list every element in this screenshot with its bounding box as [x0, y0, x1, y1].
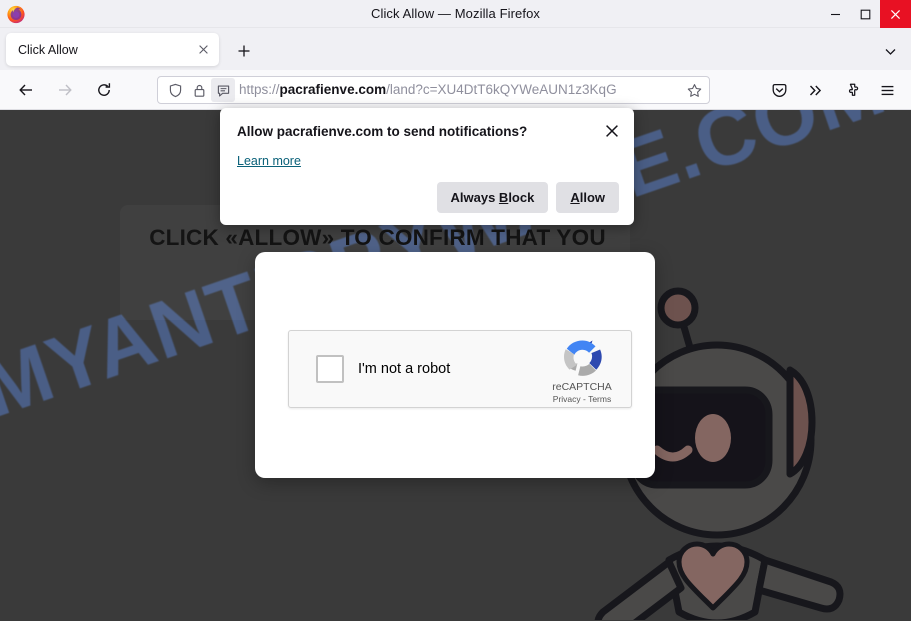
tab-click-allow[interactable]: Click Allow: [6, 33, 219, 66]
url-text[interactable]: https://pacrafienve.com/land?c=XU4DtT6kQ…: [239, 83, 683, 97]
notification-permission-dialog: Allow pacrafienve.com to send notificati…: [220, 108, 634, 225]
url-host: pacrafienve.com: [279, 83, 387, 97]
window-controls: [820, 0, 911, 28]
navigation-toolbar: https://pacrafienve.com/land?c=XU4DtT6kQ…: [0, 70, 911, 110]
list-all-tabs-icon[interactable]: [879, 40, 901, 62]
recaptcha-label: I'm not a robot: [358, 361, 451, 377]
overflow-double-chevron-icon[interactable]: [800, 75, 830, 105]
extensions-puzzle-icon[interactable]: [837, 75, 867, 105]
bookmark-star-icon[interactable]: [683, 79, 705, 101]
lock-icon[interactable]: [187, 78, 211, 102]
tab-close-icon[interactable]: [193, 40, 213, 60]
recaptcha-widget[interactable]: I'm not a robot reCAPTCHA Privacy - Term…: [288, 330, 632, 408]
allow-suffix: llow: [579, 190, 605, 205]
firefox-logo-icon: [6, 4, 26, 24]
hamburger-menu-icon[interactable]: [872, 75, 902, 105]
url-path: /land?c=XU4DtT6kQYWeAUN1z3KqG: [386, 83, 617, 97]
page-headline: CLICK «ALLOW» TO CONFIRM THAT YOU: [149, 225, 606, 250]
block-accesskey: B: [498, 190, 509, 205]
url-scheme: https://: [239, 83, 280, 97]
window-title: Click Allow — Mozilla Firefox: [370, 6, 541, 21]
forward-button[interactable]: [49, 74, 81, 106]
dialog-title: Allow pacrafienve.com to send notificati…: [237, 124, 528, 139]
notification-permission-icon[interactable]: [211, 78, 235, 102]
block-prefix: Always: [450, 190, 499, 205]
recaptcha-links[interactable]: Privacy - Terms: [543, 394, 621, 404]
always-block-button[interactable]: Always Block: [436, 182, 549, 213]
maximize-button[interactable]: [850, 0, 880, 28]
dialog-actions: Always Block Allow: [436, 182, 619, 213]
allow-accesskey: A: [570, 190, 580, 205]
captcha-card: I'm not a robot reCAPTCHA Privacy - Term…: [255, 252, 655, 478]
shield-icon[interactable]: [163, 78, 187, 102]
recaptcha-checkbox[interactable]: [316, 355, 344, 383]
tab-title: Click Allow: [18, 42, 78, 57]
block-suffix: lock: [508, 190, 535, 205]
reload-button[interactable]: [88, 74, 120, 106]
recaptcha-logo-icon: [559, 334, 605, 380]
url-bar[interactable]: https://pacrafienve.com/land?c=XU4DtT6kQ…: [157, 76, 710, 104]
minimize-button[interactable]: [820, 0, 850, 28]
close-window-button[interactable]: [880, 0, 911, 28]
recaptcha-brand-name: reCAPTCHA: [552, 381, 612, 393]
tab-strip: Click Allow: [0, 28, 911, 70]
back-button[interactable]: [10, 74, 42, 106]
title-bar: Click Allow — Mozilla Firefox: [0, 0, 911, 28]
dialog-close-icon[interactable]: [600, 119, 624, 143]
allow-button[interactable]: Allow: [556, 182, 619, 213]
recaptcha-branding: reCAPTCHA Privacy - Terms: [543, 334, 621, 404]
learn-more-link[interactable]: Learn more: [237, 154, 301, 168]
pocket-icon[interactable]: [764, 75, 794, 105]
browser-window: Click Allow — Mozilla Firefox Click Allo…: [0, 0, 911, 621]
new-tab-button[interactable]: [232, 39, 256, 63]
